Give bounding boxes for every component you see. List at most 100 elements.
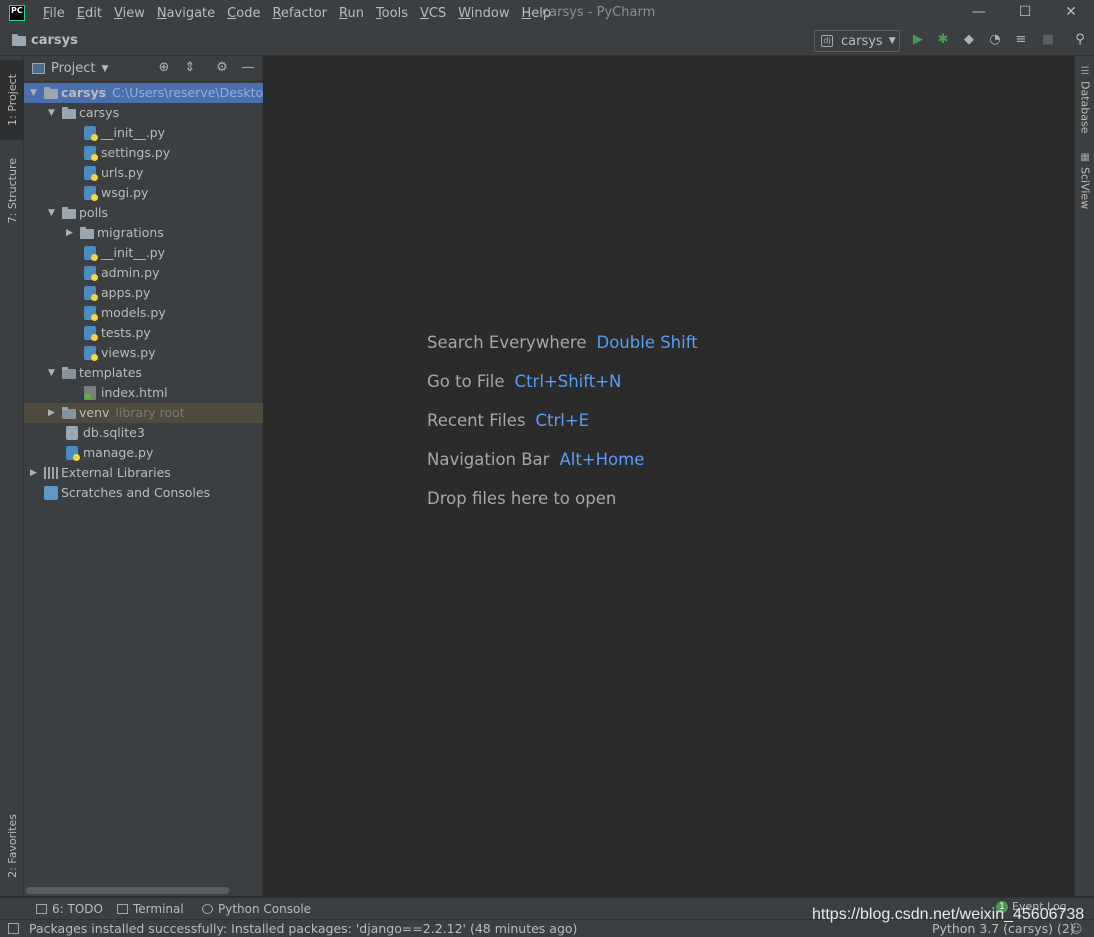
python-file-icon (66, 446, 80, 461)
project-view-icon (32, 63, 45, 74)
python-file-icon (84, 306, 98, 321)
tree-item-label: urls.py (101, 165, 144, 180)
tab-favorites-label: 2: Favorites (5, 814, 19, 878)
tree-item-label: manage.py (83, 445, 154, 460)
menu-refactor[interactable]: Refactor (266, 6, 333, 21)
locate-file-icon[interactable]: ⊕ (156, 60, 172, 76)
coverage-icon[interactable]: ◆ (961, 32, 977, 48)
tree-item[interactable]: Scratches and Consoles (24, 483, 263, 503)
tab-database[interactable]: ☰ Database (1075, 66, 1094, 134)
search-icon[interactable]: ⚲ (1072, 32, 1088, 48)
collapse-all-icon[interactable]: ⇕ (182, 60, 198, 76)
editor-hint: Recent Files Ctrl+E (427, 411, 589, 430)
tab-terminal[interactable]: Terminal (117, 902, 184, 916)
menu-window[interactable]: Window (452, 6, 515, 21)
stop-icon[interactable]: ■ (1040, 32, 1056, 48)
tab-todo[interactable]: 6: TODO (36, 902, 103, 916)
tree-item[interactable]: __init__.py (24, 243, 263, 263)
tab-structure[interactable]: 7: Structure (0, 146, 24, 236)
run-icon[interactable]: ▶ (910, 32, 926, 48)
tree-item[interactable]: db.sqlite3 (24, 423, 263, 443)
editor-hint-shortcut: Double Shift (596, 333, 698, 352)
expand-arrow-icon[interactable]: ▼ (30, 83, 40, 103)
python-file-icon (84, 346, 98, 361)
folder-icon (44, 87, 58, 99)
tab-project[interactable]: 1: Project (0, 60, 24, 140)
tree-item[interactable]: ▼ polls (24, 203, 263, 223)
menu-code[interactable]: Code (221, 6, 266, 21)
run-configuration-select[interactable]: dj carsys ▼ (814, 30, 900, 52)
collapse-arrow-icon[interactable]: ▶ (66, 223, 76, 243)
breadcrumb-project[interactable]: carsys (31, 33, 78, 48)
tree-item[interactable]: views.py (24, 343, 263, 363)
expand-arrow-icon[interactable]: ▼ (48, 203, 58, 223)
tab-sciview[interactable]: ▦ SciView (1075, 152, 1094, 209)
folder-icon (62, 107, 76, 119)
tree-item[interactable]: ▶ External Libraries (24, 463, 263, 483)
sciview-icon: ▦ (1080, 152, 1090, 163)
tree-item[interactable]: ▼ carsys (24, 103, 263, 123)
menu-edit[interactable]: Edit (71, 6, 108, 21)
folder-icon (62, 367, 76, 379)
tab-todo-label: 6: TODO (52, 902, 103, 916)
tree-item[interactable]: urls.py (24, 163, 263, 183)
menu-bar: File Edit View Navigate Code Refactor Run Tools… (37, 6, 557, 21)
maximize-window-button[interactable]: ☐ (1002, 0, 1048, 26)
python-file-icon (84, 126, 98, 141)
tree-item-label: index.html (101, 385, 168, 400)
editor-hint-shortcut: Ctrl+Shift+N (514, 372, 622, 391)
tree-item[interactable]: wsgi.py (24, 183, 263, 203)
left-tool-stripe: 1: Project 7: Structure 2: Favorites (0, 56, 24, 896)
chevron-down-icon: ▼ (888, 36, 896, 46)
status-message[interactable]: Packages installed successfully: Install… (29, 921, 577, 936)
tree-item[interactable]: apps.py (24, 283, 263, 303)
tree-item[interactable]: settings.py (24, 143, 263, 163)
tree-item[interactable]: manage.py (24, 443, 263, 463)
library-icon (44, 467, 58, 479)
tree-item-label: tests.py (101, 325, 151, 340)
toggle-tool-windows-icon[interactable] (8, 923, 19, 934)
tree-item[interactable]: admin.py (24, 263, 263, 283)
editor-hint-text: Drop files here to open (427, 489, 617, 508)
tree-item[interactable]: models.py (24, 303, 263, 323)
tab-favorites[interactable]: 2: Favorites (0, 801, 24, 891)
tab-python-console[interactable]: Python Console (202, 902, 311, 916)
hector-icon[interactable]: ☺ (1070, 922, 1083, 936)
profile-icon[interactable]: ◔ (987, 32, 1003, 48)
tree-item[interactable]: tests.py (24, 323, 263, 343)
editor-hint-text: Search Everywhere (427, 333, 587, 352)
python-file-icon (84, 246, 98, 261)
tab-database-label: Database (1078, 81, 1092, 134)
project-view-select[interactable]: Project (51, 61, 95, 76)
build-icon[interactable]: ≡ (1013, 32, 1029, 48)
tree-item[interactable]: ▼ carsys C:\Users\reserve\Desktop\ (24, 83, 263, 103)
minimize-window-button[interactable]: — (956, 0, 1002, 26)
tree-item[interactable]: index.html (24, 383, 263, 403)
tree-item[interactable]: __init__.py (24, 123, 263, 143)
menu-run[interactable]: Run (333, 6, 370, 21)
tree-item[interactable]: ▼ templates (24, 363, 263, 383)
hide-panel-icon[interactable]: — (240, 60, 256, 76)
close-window-button[interactable]: ✕ (1048, 0, 1094, 26)
horizontal-scrollbar[interactable] (26, 887, 229, 894)
breadcrumb[interactable]: carsys (12, 33, 78, 48)
pycharm-logo-icon: PC (9, 5, 25, 21)
expand-arrow-icon[interactable]: ▼ (48, 363, 58, 383)
debug-icon[interactable]: ✱ (935, 32, 951, 48)
tree-item[interactable]: ▶ migrations (24, 223, 263, 243)
expand-arrow-icon[interactable]: ▼ (48, 103, 58, 123)
menu-navigate[interactable]: Navigate (151, 6, 221, 21)
tree-item[interactable]: ▶ venv library root (24, 403, 263, 423)
editor-hint: Search Everywhere Double Shift (427, 333, 698, 352)
gear-icon[interactable]: ⚙ (214, 60, 230, 76)
chevron-down-icon[interactable]: ▼ (101, 64, 108, 74)
tree-item-label: wsgi.py (101, 185, 149, 200)
menu-view[interactable]: View (108, 6, 151, 21)
collapse-arrow-icon[interactable]: ▶ (30, 463, 40, 483)
tab-structure-label: 7: Structure (5, 158, 19, 224)
menu-vcs[interactable]: VCS (414, 6, 452, 21)
navigation-bar: carsys dj carsys ▼ (0, 26, 1094, 56)
menu-file[interactable]: File (37, 6, 71, 21)
menu-tools[interactable]: Tools (370, 6, 414, 21)
collapse-arrow-icon[interactable]: ▶ (48, 403, 58, 423)
